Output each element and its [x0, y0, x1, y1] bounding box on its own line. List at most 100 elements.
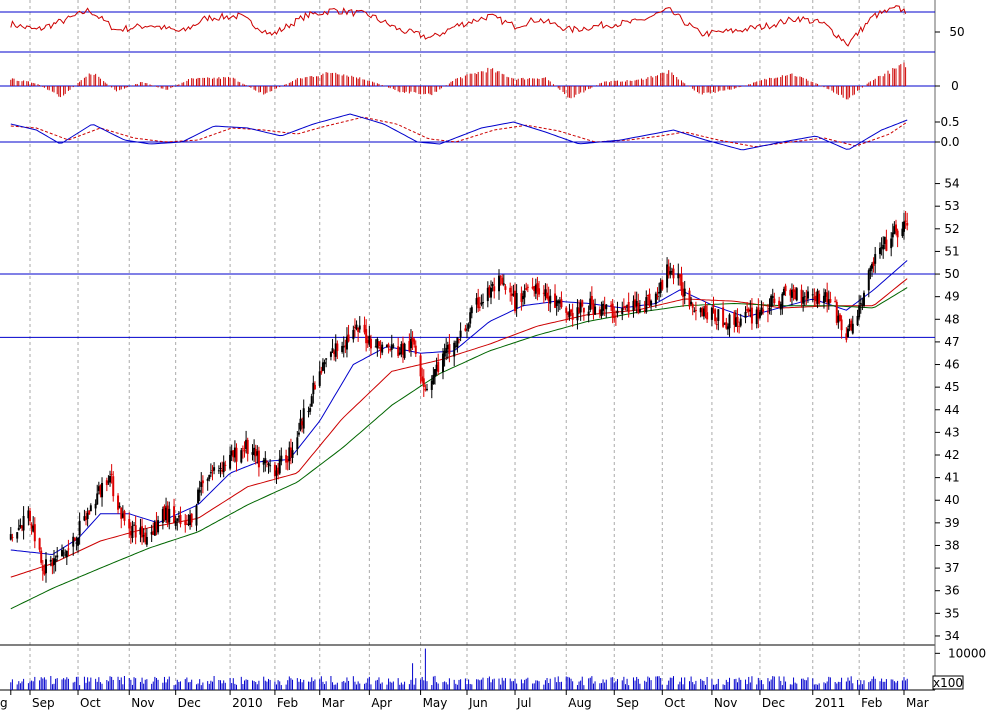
candle-body [672, 268, 675, 279]
candle-body [224, 464, 227, 466]
candle-body [590, 295, 593, 305]
volume-unit-label: x100 [933, 676, 963, 690]
candle-body [712, 305, 715, 307]
candle-body [878, 248, 881, 255]
candle-body [515, 293, 518, 309]
candle-body [704, 305, 707, 313]
candle-body [728, 314, 731, 329]
candle-body [621, 308, 624, 315]
candle-body [538, 288, 541, 295]
candle-body [336, 343, 339, 351]
chart-svg: 50 0 0.0 0.5 34 35 36 37 38 39 40 41 42 43 44 45 46 47 48 4… [0, 0, 986, 710]
candle-body [17, 527, 20, 531]
candle-body [112, 476, 115, 497]
candle-body [654, 293, 657, 305]
candle-body [467, 324, 470, 329]
candle-body [894, 224, 897, 231]
candle-body [856, 315, 859, 326]
candle-body [217, 470, 220, 472]
candle-body [805, 298, 808, 300]
candle-body [859, 303, 862, 305]
candle-body [890, 238, 893, 249]
x-tick-label: Oct [664, 696, 685, 710]
candle-body [768, 308, 771, 310]
candle-body [157, 520, 160, 533]
candle-body [896, 230, 899, 238]
price-tick-label: 54 [944, 177, 959, 191]
x-tick-label: Sep [32, 696, 55, 710]
price-tick-label: 50 [944, 267, 959, 281]
candle-body [882, 244, 885, 250]
x-tick-label: Jun [468, 696, 488, 710]
candle-body [903, 221, 905, 232]
candle-body [656, 296, 659, 298]
candle-body [209, 472, 212, 474]
candle-body [269, 465, 272, 467]
candle-body [73, 537, 76, 541]
macd-tick-label: 0.0 [940, 135, 959, 149]
candle-body [318, 371, 321, 386]
price-tick-label: 40 [944, 493, 959, 507]
candle-body [867, 270, 870, 291]
candle-body [493, 286, 496, 292]
candle-body [499, 276, 502, 278]
candle-body [840, 319, 843, 331]
candle-body [491, 284, 494, 286]
candle-body [818, 293, 821, 304]
candle-body [581, 300, 584, 307]
x-tick-label: Mar [322, 696, 345, 710]
x-tick-label: Sep [616, 696, 639, 710]
candle-body [501, 277, 504, 284]
candle-body [11, 536, 14, 538]
candle-body [297, 432, 300, 435]
candle-body [616, 310, 619, 314]
candle-body [504, 286, 507, 290]
candle-body [885, 239, 888, 251]
x-tick-label: Feb [861, 696, 882, 710]
candle-body [329, 351, 332, 357]
candle-body [352, 329, 355, 340]
candle-body [822, 295, 825, 304]
candle-body [906, 222, 909, 226]
candle-body [459, 330, 462, 338]
candle-body [490, 287, 493, 298]
candle-body [195, 505, 198, 526]
candle-body [173, 506, 176, 523]
macd-tick-label: 0.5 [940, 115, 959, 129]
candle-body [33, 524, 36, 542]
candle-body [235, 447, 238, 462]
candle-body [123, 511, 126, 521]
candle-body [101, 482, 104, 498]
price-tick-label: 43 [944, 425, 959, 439]
candle-body [738, 325, 741, 327]
candle-body [846, 328, 849, 338]
volume-tick-label: 10000 [948, 646, 986, 660]
candle-body [310, 396, 313, 407]
price-tick-label: 42 [944, 448, 959, 462]
x-tick-label: Nov [131, 696, 154, 710]
candle-body [862, 292, 865, 306]
candle-body [736, 316, 739, 323]
candle-body [523, 290, 526, 298]
candle-body [190, 513, 193, 523]
candle-body [803, 296, 806, 298]
candle-body [313, 384, 316, 390]
price-tick-label: 38 [944, 538, 959, 552]
x-tick-label: g [0, 696, 8, 710]
candle-body [38, 538, 41, 550]
candle-body [358, 325, 361, 330]
candle-body [240, 450, 243, 463]
price-tick-label: 53 [944, 199, 959, 213]
candle-body [605, 304, 608, 310]
histogram-tick-label: 0 [951, 79, 959, 93]
candle-body [478, 306, 481, 308]
candle-body [802, 297, 805, 304]
price-tick-label: 46 [944, 358, 959, 372]
candle-body [594, 306, 597, 315]
candle-body [717, 309, 720, 321]
candle-body [795, 288, 798, 301]
candle-body [904, 220, 907, 222]
candle-body [96, 493, 99, 505]
candle-body [425, 388, 428, 390]
candle-body [206, 478, 209, 481]
